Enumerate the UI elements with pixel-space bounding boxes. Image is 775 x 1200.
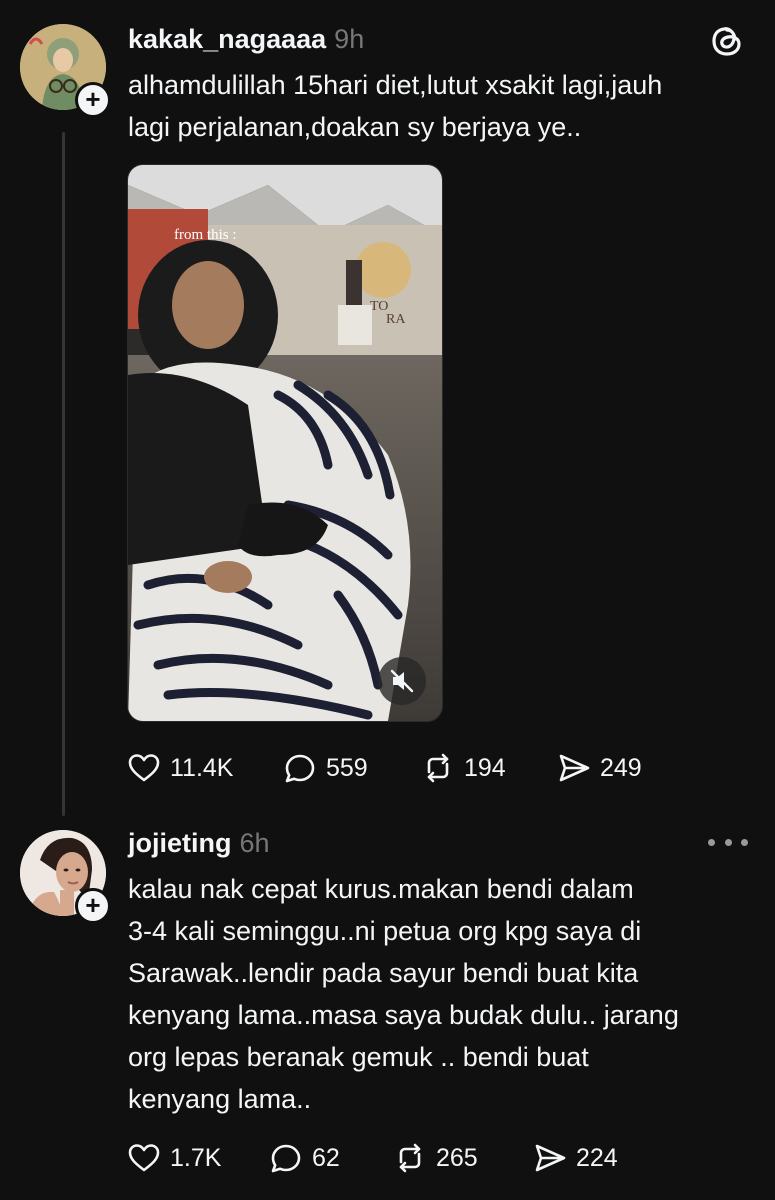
reply-actions: 1.7K 62 265 224 — [126, 1138, 686, 1178]
reply-text-line: kenyang lama..masa saya budak dulu.. jar… — [128, 1000, 679, 1030]
post-text-line: lagi perjalanan,doakan sy berjaya ye.. — [128, 112, 582, 142]
more-dots-icon — [724, 838, 732, 846]
comment-bubble-icon — [271, 1144, 301, 1173]
repost-button[interactable]: 194 — [420, 748, 506, 788]
post-text-line: alhamdulillah 15hari diet,lutut xsakit l… — [128, 70, 663, 100]
more-dots-icon — [708, 838, 715, 846]
username[interactable]: kakak_nagaaaa — [128, 24, 326, 54]
repost-count: 194 — [464, 753, 506, 782]
follow-button[interactable]: + — [75, 82, 111, 118]
share-button[interactable]: 249 — [556, 748, 642, 788]
plus-icon: + — [85, 84, 101, 114]
sign-text: RA — [386, 312, 406, 327]
post-header: kakak_nagaaaa 9h — [128, 24, 364, 55]
comment-bubble-icon — [285, 754, 315, 783]
main-post: + kakak_nagaaaa 9h alhamdulillah 15hari d… — [0, 0, 775, 820]
comment-count: 62 — [312, 1143, 340, 1172]
mute-button[interactable] — [378, 657, 426, 705]
threads-logo-icon[interactable] — [708, 22, 746, 60]
heart-icon — [128, 754, 160, 782]
repost-icon — [399, 1143, 421, 1173]
share-count: 224 — [576, 1143, 618, 1172]
timestamp: 6h — [239, 828, 270, 858]
send-icon — [535, 1144, 566, 1172]
plus-icon: + — [85, 890, 101, 920]
reply-post: + jojieting 6h kalau nak cepat kurus.maka… — [0, 820, 775, 1200]
reply-text-line: 3-4 kali seminggu..ni petua org kpg saya… — [128, 916, 642, 946]
muted-speaker-icon — [390, 669, 414, 693]
comment-count: 559 — [326, 753, 368, 782]
repost-icon — [427, 753, 449, 783]
share-count: 249 — [600, 753, 642, 782]
share-button[interactable]: 224 — [532, 1138, 618, 1178]
reply-text-line: Sarawak..lendir pada sayur bendi buat ki… — [128, 958, 639, 988]
timestamp: 9h — [334, 24, 365, 54]
more-dots-icon — [741, 838, 748, 846]
reply-text: kalau nak cepat kurus.makan bendi dalam … — [128, 868, 679, 1120]
video-frame: TO RA — [128, 165, 442, 721]
reply-text-line: org lepas beranak gemuk .. bendi buat — [128, 1042, 589, 1072]
video-caption: from this : — [174, 227, 237, 243]
more-options-button[interactable] — [708, 832, 748, 852]
like-count: 11.4K — [170, 753, 234, 782]
like-button[interactable]: 11.4K — [126, 748, 233, 788]
heart-icon — [128, 1144, 160, 1172]
follow-button[interactable]: + — [75, 888, 111, 924]
comment-button[interactable]: 559 — [282, 748, 368, 788]
reply-header: jojieting 6h — [128, 828, 270, 859]
comment-button[interactable]: 62 — [268, 1138, 340, 1178]
post-video[interactable]: TO RA from this: — [127, 164, 443, 722]
send-icon — [559, 754, 590, 782]
post-actions: 11.4K 559 194 249 — [126, 748, 686, 788]
thread-line — [62, 132, 65, 816]
repost-count: 265 — [436, 1143, 478, 1172]
repost-button[interactable]: 265 — [392, 1138, 478, 1178]
like-button[interactable]: 1.7K — [126, 1138, 221, 1178]
like-count: 1.7K — [170, 1143, 222, 1172]
reply-text-line: kenyang lama.. — [128, 1084, 312, 1114]
reply-text-line: kalau nak cepat kurus.makan bendi dalam — [128, 874, 634, 904]
post-text: alhamdulillah 15hari diet,lutut xsakit l… — [128, 64, 662, 148]
username[interactable]: jojieting — [128, 828, 232, 858]
